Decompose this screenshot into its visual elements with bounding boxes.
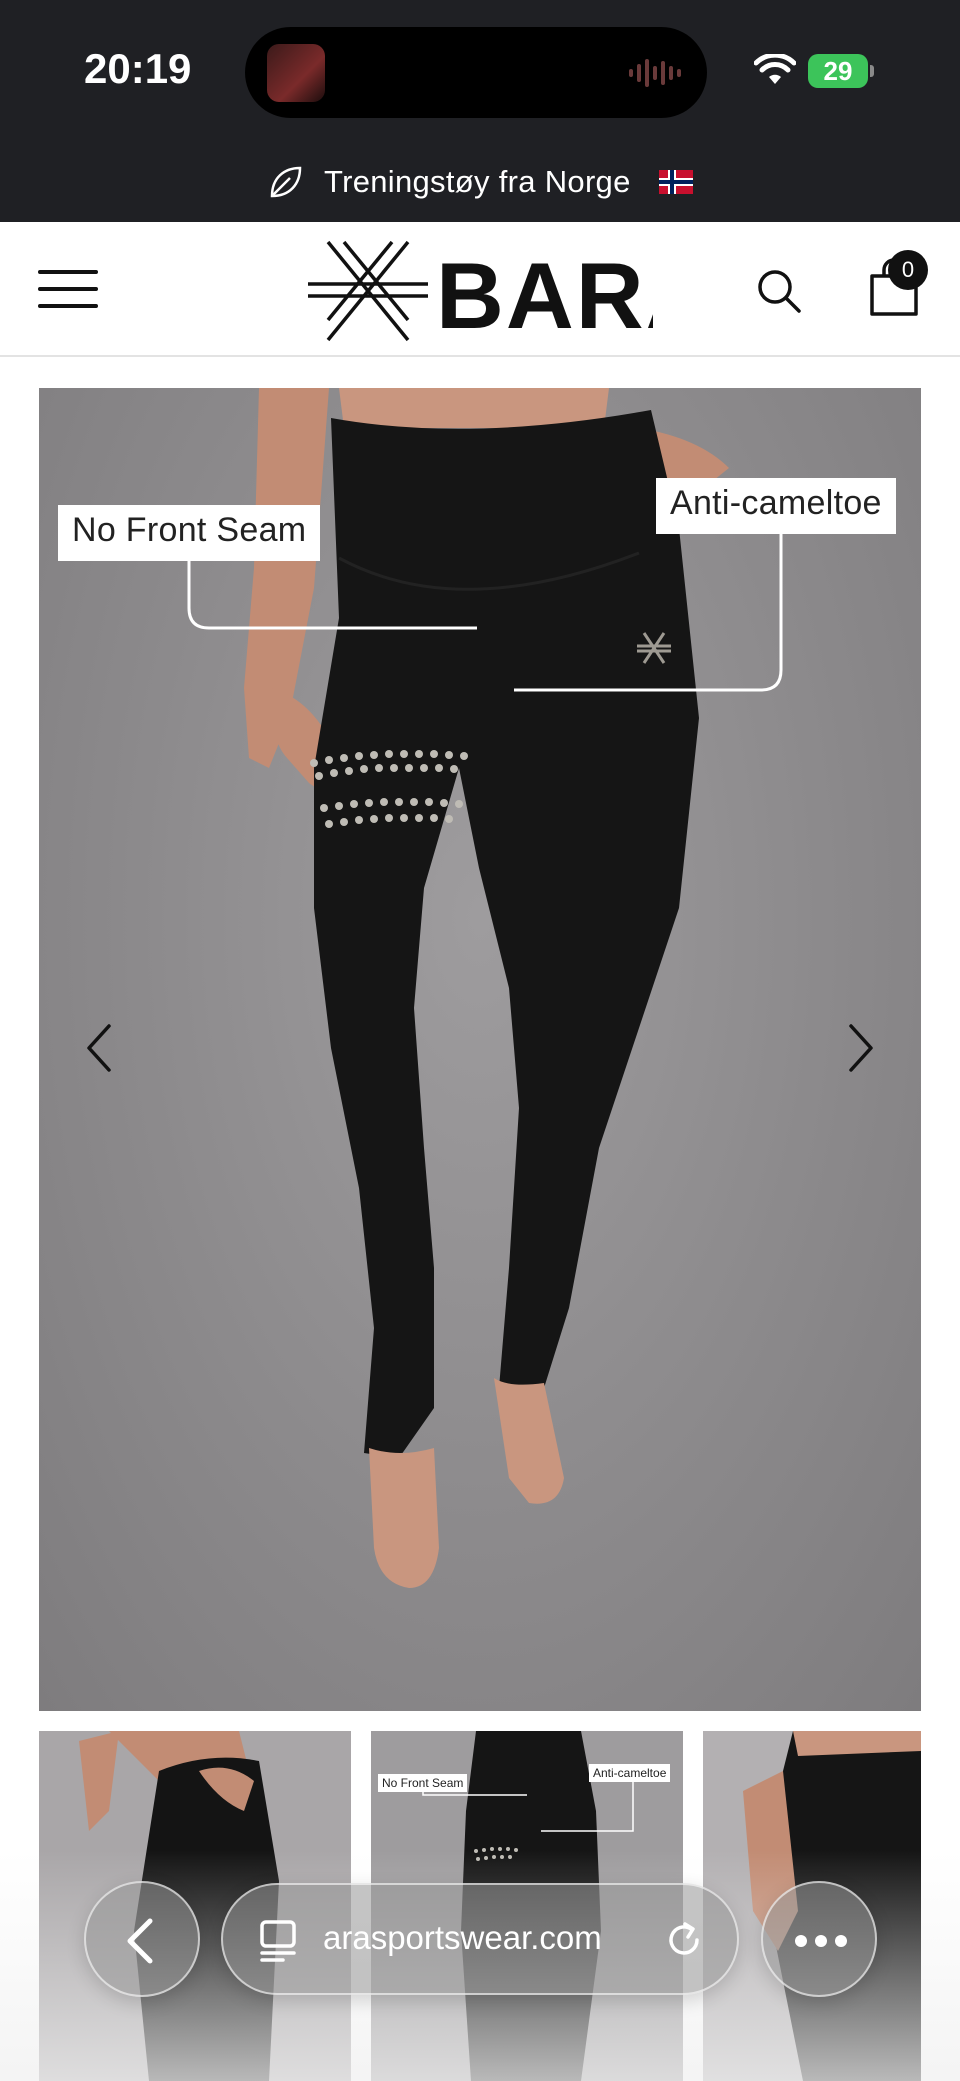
- wifi-icon: [754, 54, 796, 84]
- more-options-button[interactable]: [761, 1881, 877, 1997]
- url-text[interactable]: arasportswear.com: [323, 1919, 653, 1957]
- now-playing-artwork: [267, 44, 325, 102]
- audio-wave-icon: [629, 59, 681, 87]
- site-header: BARA 0: [0, 222, 960, 357]
- svg-text:BARA: BARA: [436, 243, 653, 346]
- bara-logo[interactable]: BARA: [308, 236, 653, 346]
- chevron-left-icon: [127, 1918, 153, 1964]
- search-icon[interactable]: [756, 268, 802, 314]
- battery-indicator: 29: [808, 54, 874, 88]
- announcement-text: Treningstøy fra Norge: [324, 164, 631, 199]
- chevron-left-icon[interactable]: [79, 1018, 119, 1078]
- reload-icon[interactable]: [663, 1919, 705, 1961]
- menu-icon[interactable]: [38, 266, 98, 312]
- ellipsis-icon: [795, 1935, 847, 1947]
- feature-label-anti-cameltoe: Anti-cameltoe: [656, 478, 896, 534]
- product-main-image[interactable]: No Front Seam Anti-cameltoe: [39, 388, 921, 1711]
- chevron-right-icon[interactable]: [841, 1018, 881, 1078]
- dynamic-island[interactable]: [245, 27, 707, 118]
- leaf-icon: [270, 166, 302, 198]
- tabs-icon[interactable]: [259, 1919, 299, 1963]
- announcement-bar: Treningstøy fra Norge: [0, 145, 960, 222]
- thumb-label-no-front-seam: No Front Seam: [378, 1774, 468, 1792]
- status-time: 20:19: [84, 45, 192, 92]
- norway-flag-icon: [658, 170, 693, 194]
- thumb-label-anti-cameltoe: Anti-cameltoe: [589, 1764, 671, 1782]
- leggings-photo: [187, 388, 783, 1588]
- feature-label-no-front-seam: No Front Seam: [58, 505, 321, 561]
- browser-back-button[interactable]: [84, 1881, 200, 1997]
- cart-count-badge: 0: [888, 250, 928, 290]
- address-bar[interactable]: arasportswear.com: [221, 1883, 739, 1995]
- status-bar: 20:19 29: [0, 0, 960, 145]
